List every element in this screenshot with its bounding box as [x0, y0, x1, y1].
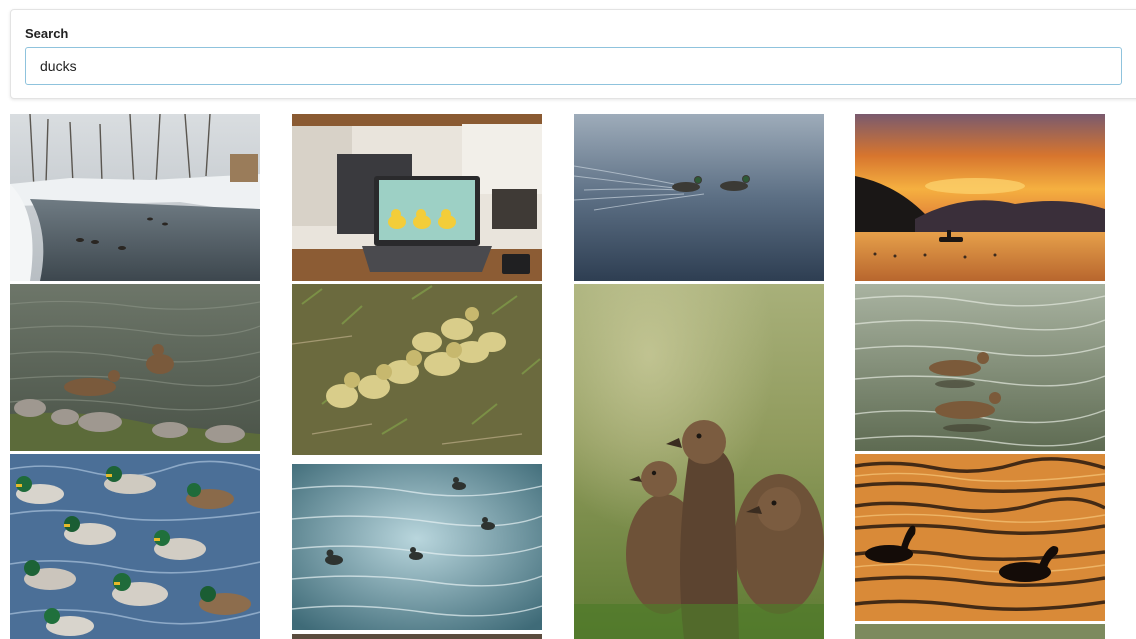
result-image-two-ducks-green-water[interactable]	[855, 284, 1105, 451]
search-input[interactable]	[25, 47, 1122, 85]
result-image-two-ducks-swimming[interactable]	[574, 114, 824, 281]
result-image-partial[interactable]	[292, 634, 542, 639]
result-image-ducks-by-shore[interactable]	[10, 284, 260, 451]
result-image-snowy-river-ducks[interactable]	[10, 114, 260, 281]
result-image-ducklings-closeup[interactable]	[574, 284, 824, 639]
search-panel: Search	[10, 9, 1136, 99]
result-image-sunset-lake-boat[interactable]	[855, 114, 1105, 281]
result-image-ducks-rippled-water[interactable]	[292, 464, 542, 630]
result-image-ducklings-in-grass[interactable]	[292, 284, 542, 455]
result-image-duck-silhouettes-golden-water[interactable]	[855, 454, 1105, 621]
result-image-laptop-rubber-ducks[interactable]	[292, 114, 542, 281]
result-image-mallard-flock[interactable]	[10, 454, 260, 639]
result-image-partial[interactable]	[855, 624, 1105, 639]
search-label: Search	[25, 26, 69, 41]
